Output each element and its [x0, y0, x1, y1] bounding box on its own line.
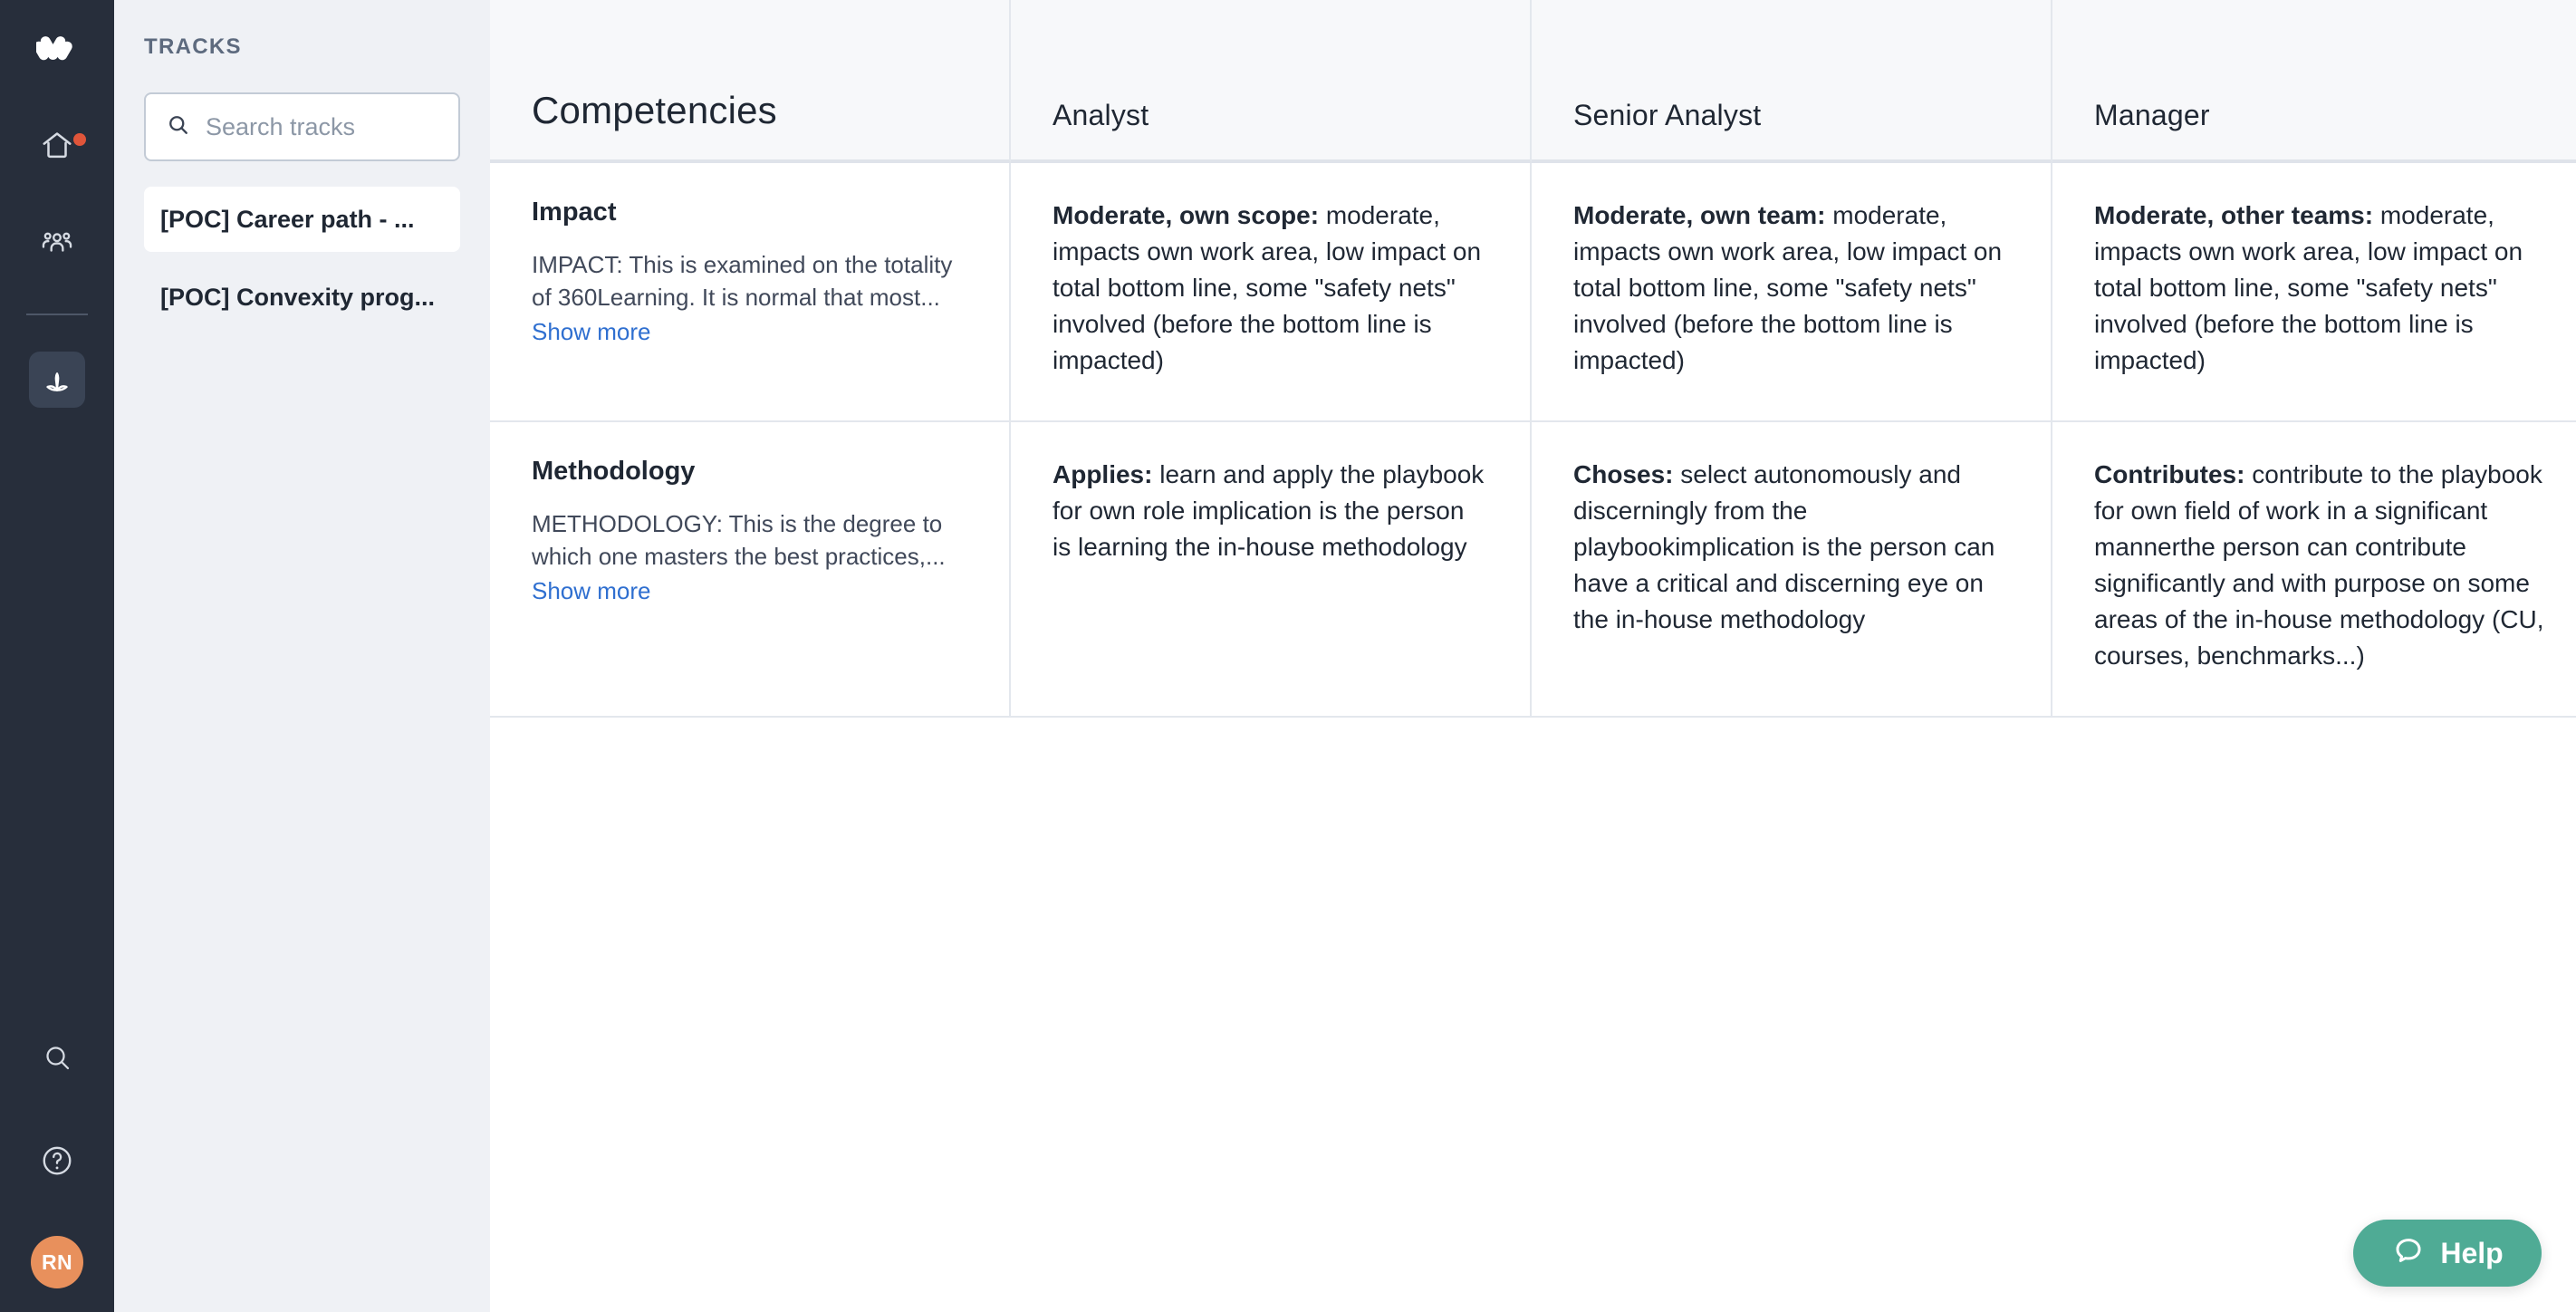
rail-bottom-group: RN	[29, 1029, 85, 1288]
column-header-label: Analyst	[1053, 99, 1149, 131]
help-widget-button[interactable]: Help	[2353, 1220, 2542, 1287]
show-more-link[interactable]: Show more	[532, 577, 967, 605]
column-header-label: Senior Analyst	[1573, 99, 1762, 131]
level-description: Moderate, other teams: moderate, impacts…	[2094, 198, 2552, 379]
competency-name: Methodology	[532, 457, 696, 487]
track-list-item-career-path[interactable]: [POC] Career path - ...	[144, 187, 460, 252]
competency-matrix-area: Competencies Analyst Senior Analyst Mana…	[490, 0, 2576, 1312]
level-description: Choses: select autonomously and discerni…	[1573, 457, 2009, 638]
level-description: Moderate, own team: moderate, impacts ow…	[1573, 198, 2009, 379]
level-lead: Moderate, own team:	[1573, 201, 1826, 229]
level-lead: Contributes:	[2094, 460, 2245, 489]
search-tracks-input[interactable]	[206, 112, 438, 141]
chat-bubble-icon	[2391, 1234, 2426, 1273]
competency-description: METHODOLOGY: This is the degree to which…	[532, 510, 946, 571]
level-lead: Choses:	[1573, 460, 1674, 489]
column-header-label: Competencies	[532, 89, 777, 131]
column-header-senior-analyst: Senior Analyst	[1532, 0, 2052, 163]
help-circle-icon[interactable]	[29, 1133, 85, 1189]
level-lead: Moderate, own scope:	[1053, 201, 1320, 229]
level-body: contribute to the playbook for own field…	[2094, 460, 2544, 670]
nav-divider	[26, 314, 88, 315]
column-header-manager: Manager	[2052, 0, 2576, 163]
level-cell-impact-senior-analyst: Moderate, own team: moderate, impacts ow…	[1532, 163, 2052, 423]
column-header-analyst: Analyst	[1011, 0, 1532, 163]
level-description: Contributes: contribute to the playbook …	[2094, 457, 2552, 674]
level-lead: Moderate, other teams:	[2094, 201, 2374, 229]
level-description: Moderate, own scope: moderate, impacts o…	[1053, 198, 1488, 379]
search-icon[interactable]	[29, 1029, 85, 1085]
app-logo-icon[interactable]	[29, 20, 85, 76]
sidebar-item-groups[interactable]	[29, 214, 85, 270]
search-icon	[166, 112, 191, 142]
column-header-label: Manager	[2094, 99, 2210, 131]
column-header-competencies: Competencies	[490, 0, 1011, 163]
level-cell-impact-analyst: Moderate, own scope: moderate, impacts o…	[1011, 163, 1532, 423]
tracks-panel: TRACKS [POC] Career path - ... [POC] Con…	[114, 0, 490, 1312]
tracks-panel-title: TRACKS	[144, 34, 242, 59]
primary-nav-rail: RN	[0, 0, 114, 1312]
competency-matrix-grid: Competencies Analyst Senior Analyst Mana…	[490, 0, 2576, 719]
search-tracks-box[interactable]	[144, 92, 460, 161]
competency-name: Impact	[532, 198, 617, 227]
competency-cell-impact: Impact IMPACT: This is examined on the t…	[490, 163, 1011, 423]
level-cell-impact-manager: Moderate, other teams: moderate, impacts…	[2052, 163, 2576, 423]
sidebar-item-home[interactable]	[29, 118, 86, 174]
app-root: RN TRACKS [POC] Career path - ... [POC] …	[0, 0, 2576, 1312]
competency-description: IMPACT: This is examined on the totality…	[532, 251, 953, 311]
competency-cell-methodology: Methodology METHODOLOGY: This is the deg…	[490, 422, 1011, 719]
level-cell-methodology-analyst: Applies: learn and apply the playbook fo…	[1011, 422, 1532, 719]
level-cell-methodology-manager: Contributes: contribute to the playbook …	[2052, 422, 2576, 719]
track-list-item-convexity[interactable]: [POC] Convexity prog...	[144, 265, 460, 330]
level-cell-methodology-senior-analyst: Choses: select autonomously and discerni…	[1532, 422, 2052, 719]
help-widget-label: Help	[2440, 1236, 2504, 1269]
level-description: Applies: learn and apply the playbook fo…	[1053, 457, 1488, 565]
avatar[interactable]: RN	[31, 1236, 83, 1288]
avatar-initials: RN	[41, 1249, 73, 1274]
level-lead: Applies:	[1053, 460, 1153, 489]
track-item-label: [POC] Convexity prog...	[160, 283, 436, 311]
sidebar-item-growth[interactable]	[29, 352, 85, 408]
track-item-label: [POC] Career path - ...	[160, 205, 415, 233]
show-more-link[interactable]: Show more	[532, 318, 967, 346]
notification-badge-dot	[73, 133, 86, 146]
